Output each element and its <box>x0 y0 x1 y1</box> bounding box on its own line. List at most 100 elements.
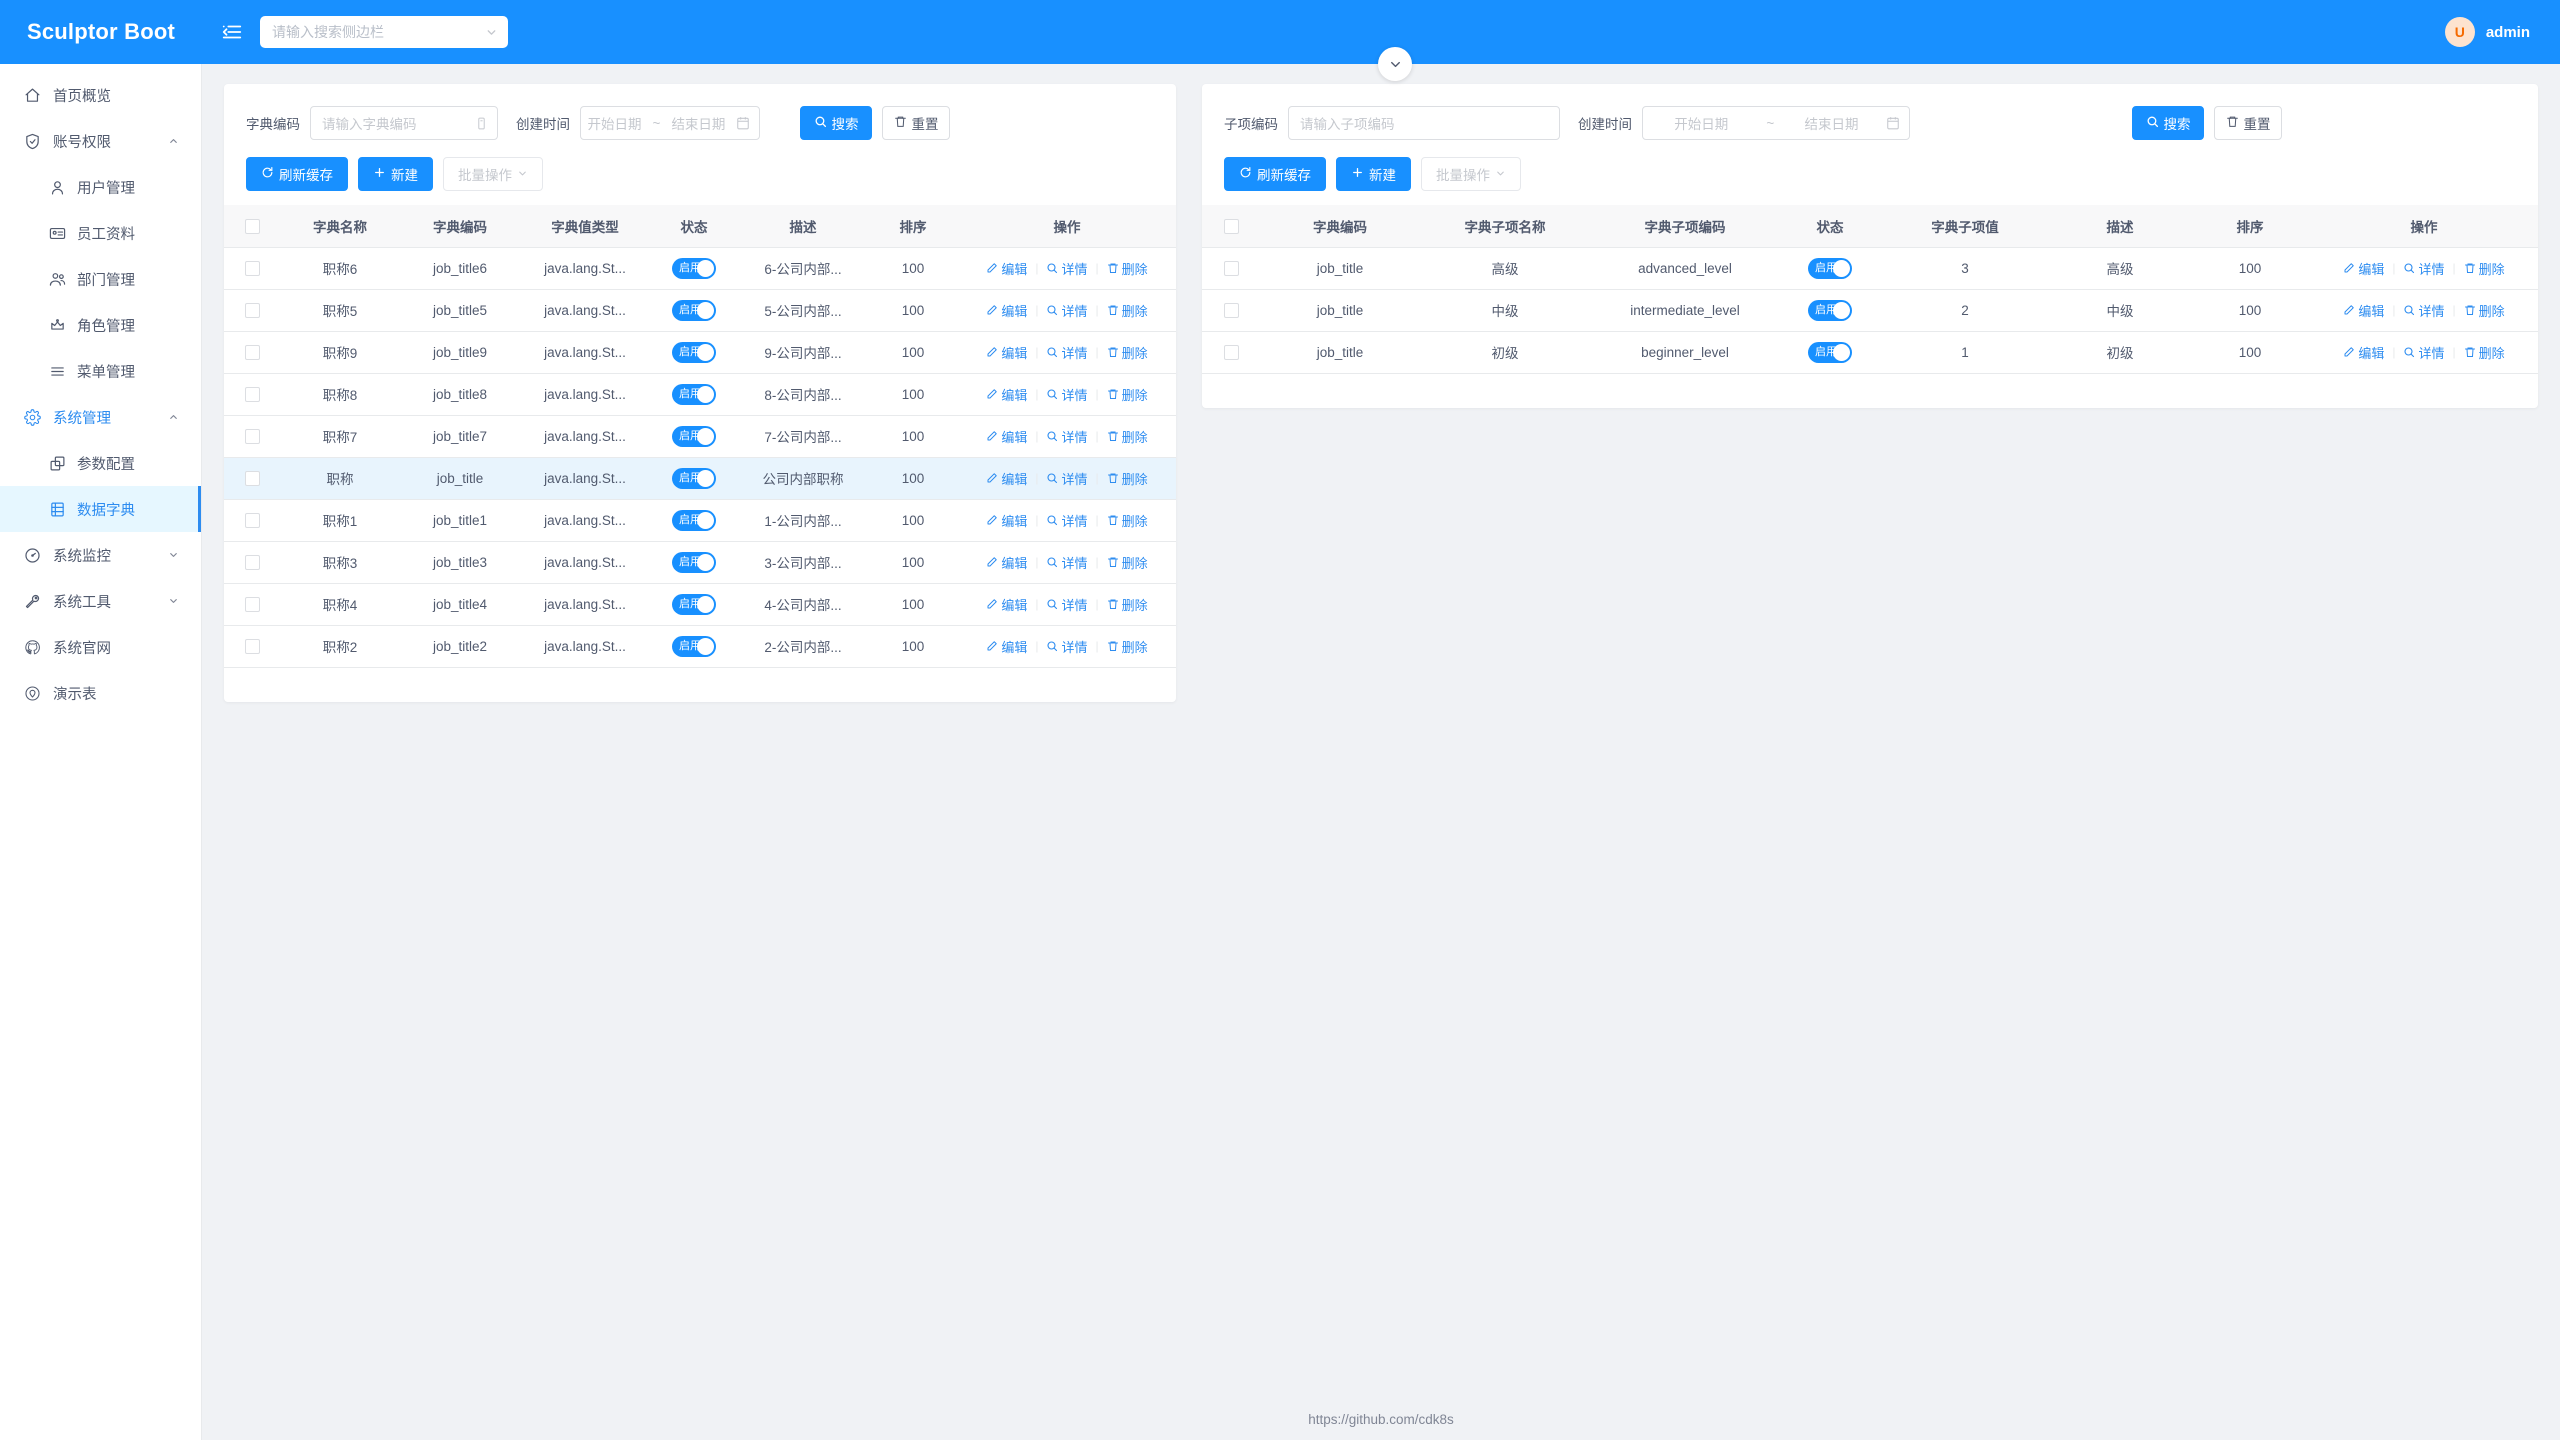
edit-button[interactable]: 编辑 <box>978 343 1035 362</box>
item-status-cell[interactable]: 启用 <box>1780 331 1880 374</box>
detail-button[interactable]: 详情 <box>1038 595 1095 614</box>
dict-status-cell[interactable]: 启用 <box>650 583 738 626</box>
status-switch[interactable]: 启用 <box>1808 341 1852 363</box>
edit-button[interactable]: 编辑 <box>2335 343 2392 362</box>
dict-reset-button[interactable]: 重置 <box>882 106 950 140</box>
table-row[interactable]: 职称 job_title java.lang.St... 启用 公司内部职称 100 编辑 |… <box>224 457 1176 500</box>
chevron-down-icon[interactable] <box>168 596 179 607</box>
status-switch[interactable]: 启用 <box>672 593 716 615</box>
table-row[interactable]: 职称7 job_title7 java.lang.St... 启用 7-公司内部... 1… <box>224 415 1176 458</box>
dict-status-cell[interactable]: 启用 <box>650 457 738 500</box>
chevron-down-icon[interactable] <box>485 26 498 39</box>
status-switch[interactable]: 启用 <box>672 509 716 531</box>
detail-button[interactable]: 详情 <box>2395 301 2452 320</box>
row-checkbox-cell[interactable] <box>224 625 280 668</box>
edit-button[interactable]: 编辑 <box>978 301 1035 320</box>
sidebar-item-13[interactable]: 演示表 <box>0 670 201 716</box>
select-all-checkbox-box[interactable] <box>244 218 260 234</box>
row-checkbox[interactable] <box>1223 344 1239 360</box>
delete-button[interactable]: 删除 <box>2456 343 2513 362</box>
delete-button[interactable]: 删除 <box>1099 427 1156 446</box>
header-user-area[interactable]: U admin <box>2444 17 2530 47</box>
status-switch[interactable]: 启用 <box>672 551 716 573</box>
edit-button[interactable]: 编辑 <box>978 385 1035 404</box>
item-code-input[interactable]: 请输入子项编码 <box>1288 106 1560 140</box>
table-row[interactable]: 职称3 job_title3 java.lang.St... 启用 3-公司内部... 1… <box>224 541 1176 584</box>
sidebar-item-10[interactable]: 系统监控 <box>0 532 201 578</box>
detail-button[interactable]: 详情 <box>1038 259 1095 278</box>
chevron-up-icon[interactable] <box>168 136 179 147</box>
row-checkbox-cell[interactable] <box>224 457 280 500</box>
row-checkbox-cell[interactable] <box>224 499 280 542</box>
detail-button[interactable]: 详情 <box>1038 343 1095 362</box>
select-all-checkbox[interactable] <box>224 205 280 248</box>
edit-button[interactable]: 编辑 <box>2335 301 2392 320</box>
sidebar-item-12[interactable]: 系统官网 <box>0 624 201 670</box>
status-switch[interactable]: 启用 <box>672 341 716 363</box>
sidebar-item-3[interactable]: 员工资料 <box>0 210 201 256</box>
row-checkbox-cell[interactable] <box>224 415 280 458</box>
chevron-up-icon[interactable] <box>168 412 179 423</box>
table-row[interactable]: job_title 中级 intermediate_level 启用 2 中级 100 编辑 |… <box>1202 289 2538 332</box>
table-row[interactable]: 职称9 job_title9 java.lang.St... 启用 9-公司内部... 1… <box>224 331 1176 374</box>
item-status-cell[interactable]: 启用 <box>1780 289 1880 332</box>
edit-button[interactable]: 编辑 <box>978 595 1035 614</box>
avatar[interactable]: U <box>2444 17 2475 47</box>
dict-code-input[interactable]: 请输入字典编码 <box>310 106 498 140</box>
item-create-button[interactable]: 新建 <box>1336 157 1411 191</box>
table-row[interactable]: 职称5 job_title5 java.lang.St... 启用 5-公司内部... 1… <box>224 289 1176 332</box>
row-checkbox-cell[interactable] <box>224 541 280 584</box>
row-checkbox-cell[interactable] <box>1202 331 1260 374</box>
status-switch[interactable]: 启用 <box>672 467 716 489</box>
dict-status-cell[interactable]: 启用 <box>650 415 738 458</box>
detail-button[interactable]: 详情 <box>2395 259 2452 278</box>
row-checkbox-cell[interactable] <box>1202 289 1260 332</box>
delete-button[interactable]: 删除 <box>1099 637 1156 656</box>
detail-button[interactable]: 详情 <box>1038 427 1095 446</box>
dict-status-cell[interactable]: 启用 <box>650 625 738 668</box>
delete-button[interactable]: 删除 <box>1099 595 1156 614</box>
detail-button[interactable]: 详情 <box>1038 511 1095 530</box>
delete-button[interactable]: 删除 <box>1099 343 1156 362</box>
sidebar-search-input[interactable]: 请输入搜索侧边栏 <box>260 16 508 48</box>
table-row[interactable]: job_title 初级 beginner_level 启用 1 初级 100 编辑 | 详情 | 删… <box>1202 331 2538 374</box>
dict-daterange-input[interactable]: 开始日期 ~ 结束日期 <box>580 106 760 140</box>
row-checkbox-cell[interactable] <box>224 247 280 290</box>
dict-refresh-cache-button[interactable]: 刷新缓存 <box>246 157 348 191</box>
edit-button[interactable]: 编辑 <box>978 511 1035 530</box>
delete-button[interactable]: 删除 <box>1099 511 1156 530</box>
edit-button[interactable]: 编辑 <box>978 553 1035 572</box>
delete-button[interactable]: 删除 <box>1099 469 1156 488</box>
dict-status-cell[interactable]: 启用 <box>650 331 738 374</box>
sidebar-item-0[interactable]: 首页概览 <box>0 72 201 118</box>
row-checkbox[interactable] <box>244 386 260 402</box>
delete-button[interactable]: 删除 <box>1099 553 1156 572</box>
detail-button[interactable]: 详情 <box>1038 469 1095 488</box>
sidebar-item-7[interactable]: 系统管理 <box>0 394 201 440</box>
sidebar-item-2[interactable]: 用户管理 <box>0 164 201 210</box>
sidebar-item-11[interactable]: 系统工具 <box>0 578 201 624</box>
status-switch[interactable]: 启用 <box>1808 299 1852 321</box>
edit-button[interactable]: 编辑 <box>978 427 1035 446</box>
row-checkbox[interactable] <box>244 470 260 486</box>
row-checkbox[interactable] <box>244 260 260 276</box>
row-checkbox[interactable] <box>244 428 260 444</box>
dict-search-button[interactable]: 搜索 <box>800 106 872 140</box>
row-checkbox[interactable] <box>1223 302 1239 318</box>
delete-button[interactable]: 删除 <box>2456 301 2513 320</box>
row-checkbox[interactable] <box>244 512 260 528</box>
detail-button[interactable]: 详情 <box>1038 637 1095 656</box>
sidebar-item-1[interactable]: 账号权限 <box>0 118 201 164</box>
delete-button[interactable]: 删除 <box>1099 259 1156 278</box>
item-status-cell[interactable]: 启用 <box>1780 247 1880 290</box>
table-row[interactable]: 职称6 job_title6 java.lang.St... 启用 6-公司内部... 1… <box>224 247 1176 290</box>
sidebar-item-8[interactable]: 参数配置 <box>0 440 201 486</box>
table-row[interactable]: 职称4 job_title4 java.lang.St... 启用 4-公司内部... 1… <box>224 583 1176 626</box>
delete-button[interactable]: 删除 <box>2456 259 2513 278</box>
status-switch[interactable]: 启用 <box>672 383 716 405</box>
row-checkbox[interactable] <box>244 638 260 654</box>
status-switch[interactable]: 启用 <box>672 299 716 321</box>
item-reset-button[interactable]: 重置 <box>2214 106 2282 140</box>
sidebar-item-6[interactable]: 菜单管理 <box>0 348 201 394</box>
item-search-button[interactable]: 搜索 <box>2132 106 2204 140</box>
